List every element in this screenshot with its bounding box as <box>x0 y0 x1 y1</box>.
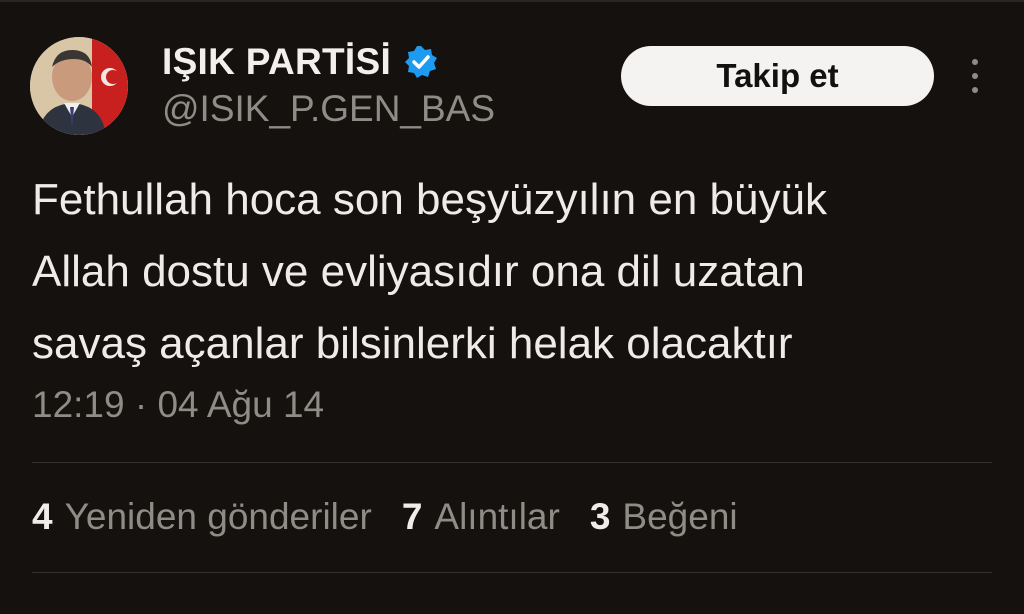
tweet-timestamp[interactable]: 12:19 · 04 Ağu 14 <box>32 384 324 426</box>
retweets-count: 4 <box>32 496 53 537</box>
tweet-line: savaş açanlar bilsinlerki helak olacaktı… <box>32 319 793 368</box>
tweet-text: Fethullah hoca son beşyüzyılın en büyük … <box>32 164 1002 380</box>
top-divider <box>0 0 1024 2</box>
likes-label: Beğeni <box>622 496 738 537</box>
tweet-line: Fethullah hoca son beşyüzyılın en büyük <box>32 175 827 224</box>
retweets-stat[interactable]: 4 Yeniden gönderiler <box>32 496 372 538</box>
tweet-line: Allah dostu ve evliyasıdır ona dil uzata… <box>32 247 805 296</box>
divider <box>32 462 992 463</box>
quotes-label: Alıntılar <box>434 496 560 537</box>
verified-badge-icon <box>403 44 439 80</box>
user-handle[interactable]: @ISIK_P.GEN_BAS <box>162 88 495 130</box>
more-options-icon[interactable] <box>960 54 990 98</box>
follow-button[interactable]: Takip et <box>621 46 934 106</box>
quotes-stat[interactable]: 7 Alıntılar <box>402 496 560 538</box>
display-name[interactable]: IŞIK PARTİSİ <box>162 41 391 83</box>
engagement-stats: 4 Yeniden gönderiler 7 Alıntılar 3 Beğen… <box>32 496 768 538</box>
retweets-label: Yeniden gönderiler <box>64 496 372 537</box>
divider <box>32 572 992 573</box>
avatar-image <box>30 37 128 135</box>
likes-stat[interactable]: 3 Beğeni <box>590 496 738 538</box>
quotes-count: 7 <box>401 496 423 537</box>
avatar[interactable] <box>30 37 128 135</box>
name-row: IŞIK PARTİSİ <box>162 40 439 84</box>
likes-count: 3 <box>589 496 611 537</box>
